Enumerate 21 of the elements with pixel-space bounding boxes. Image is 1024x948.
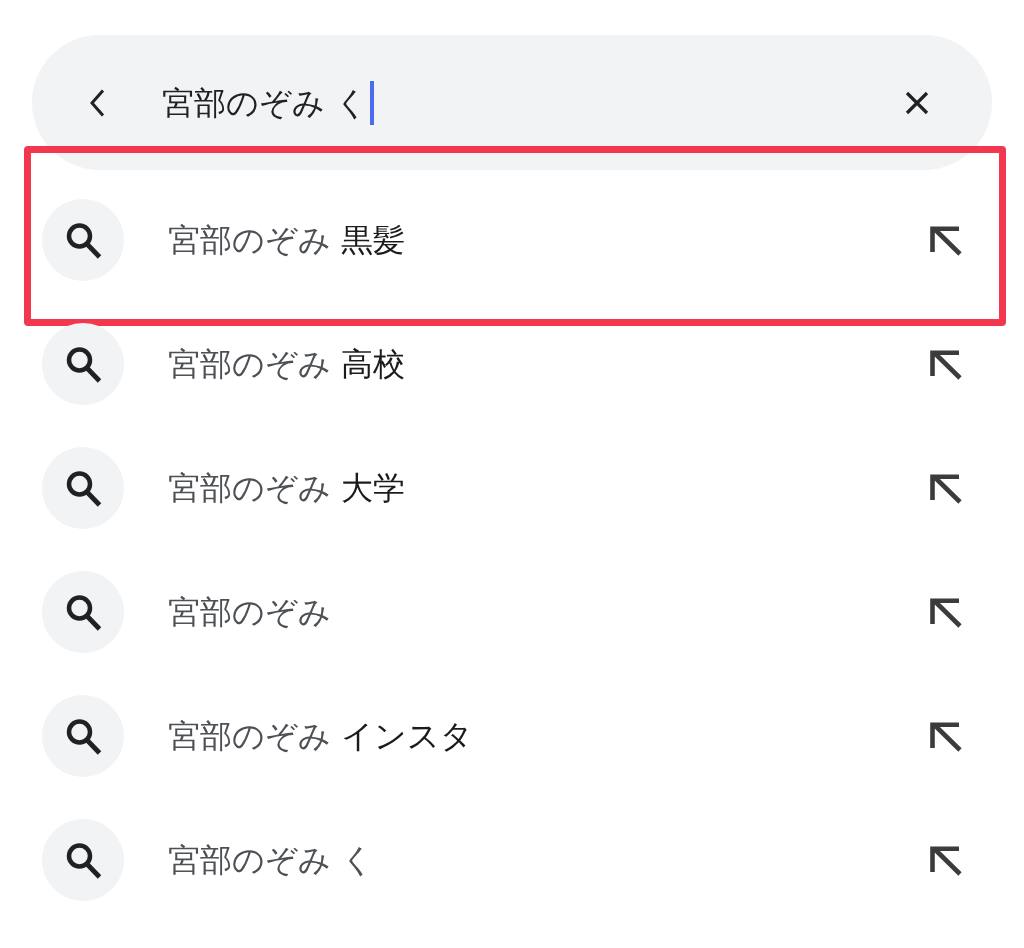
suggestion-text[interactable]: 宮部のぞみ 大学 [168, 466, 406, 510]
suggestion-text[interactable]: 宮部のぞみ [168, 590, 331, 634]
suggestion-text[interactable]: 宮部のぞみ く [168, 838, 375, 882]
chevron-left-icon [89, 88, 105, 117]
search-icon [42, 819, 124, 901]
search-icon [42, 447, 124, 529]
search-query[interactable]: 宮部のぞみ く [162, 80, 369, 125]
arrow-up-left-icon[interactable] [930, 348, 962, 380]
search-icon [42, 323, 124, 405]
arrow-up-left-icon[interactable] [930, 844, 962, 876]
suggestion-text[interactable]: 宮部のぞみ 高校 [168, 342, 406, 386]
search-icon [42, 695, 124, 777]
close-icon [905, 90, 929, 115]
suggestion-text[interactable]: 宮部のぞみ インスタ [168, 714, 474, 758]
search-icon [42, 571, 124, 653]
suggestion-text[interactable]: 宮部のぞみ 黒髪 [168, 218, 406, 262]
search-icon [42, 199, 124, 281]
arrow-up-left-icon[interactable] [930, 596, 962, 628]
arrow-up-left-icon[interactable] [930, 720, 962, 752]
arrow-up-left-icon[interactable] [930, 472, 962, 504]
arrow-up-left-icon[interactable] [930, 224, 962, 256]
